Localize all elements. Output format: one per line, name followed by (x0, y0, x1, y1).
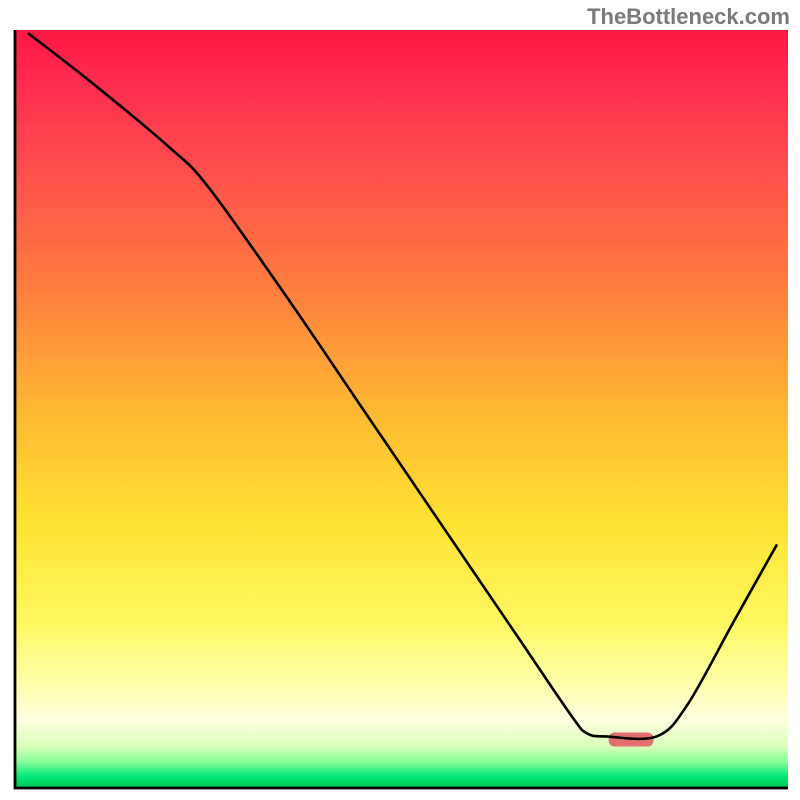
chart-container: TheBottleneck.com (0, 0, 800, 800)
plot-area (15, 30, 788, 788)
bottleneck-chart (0, 0, 800, 800)
